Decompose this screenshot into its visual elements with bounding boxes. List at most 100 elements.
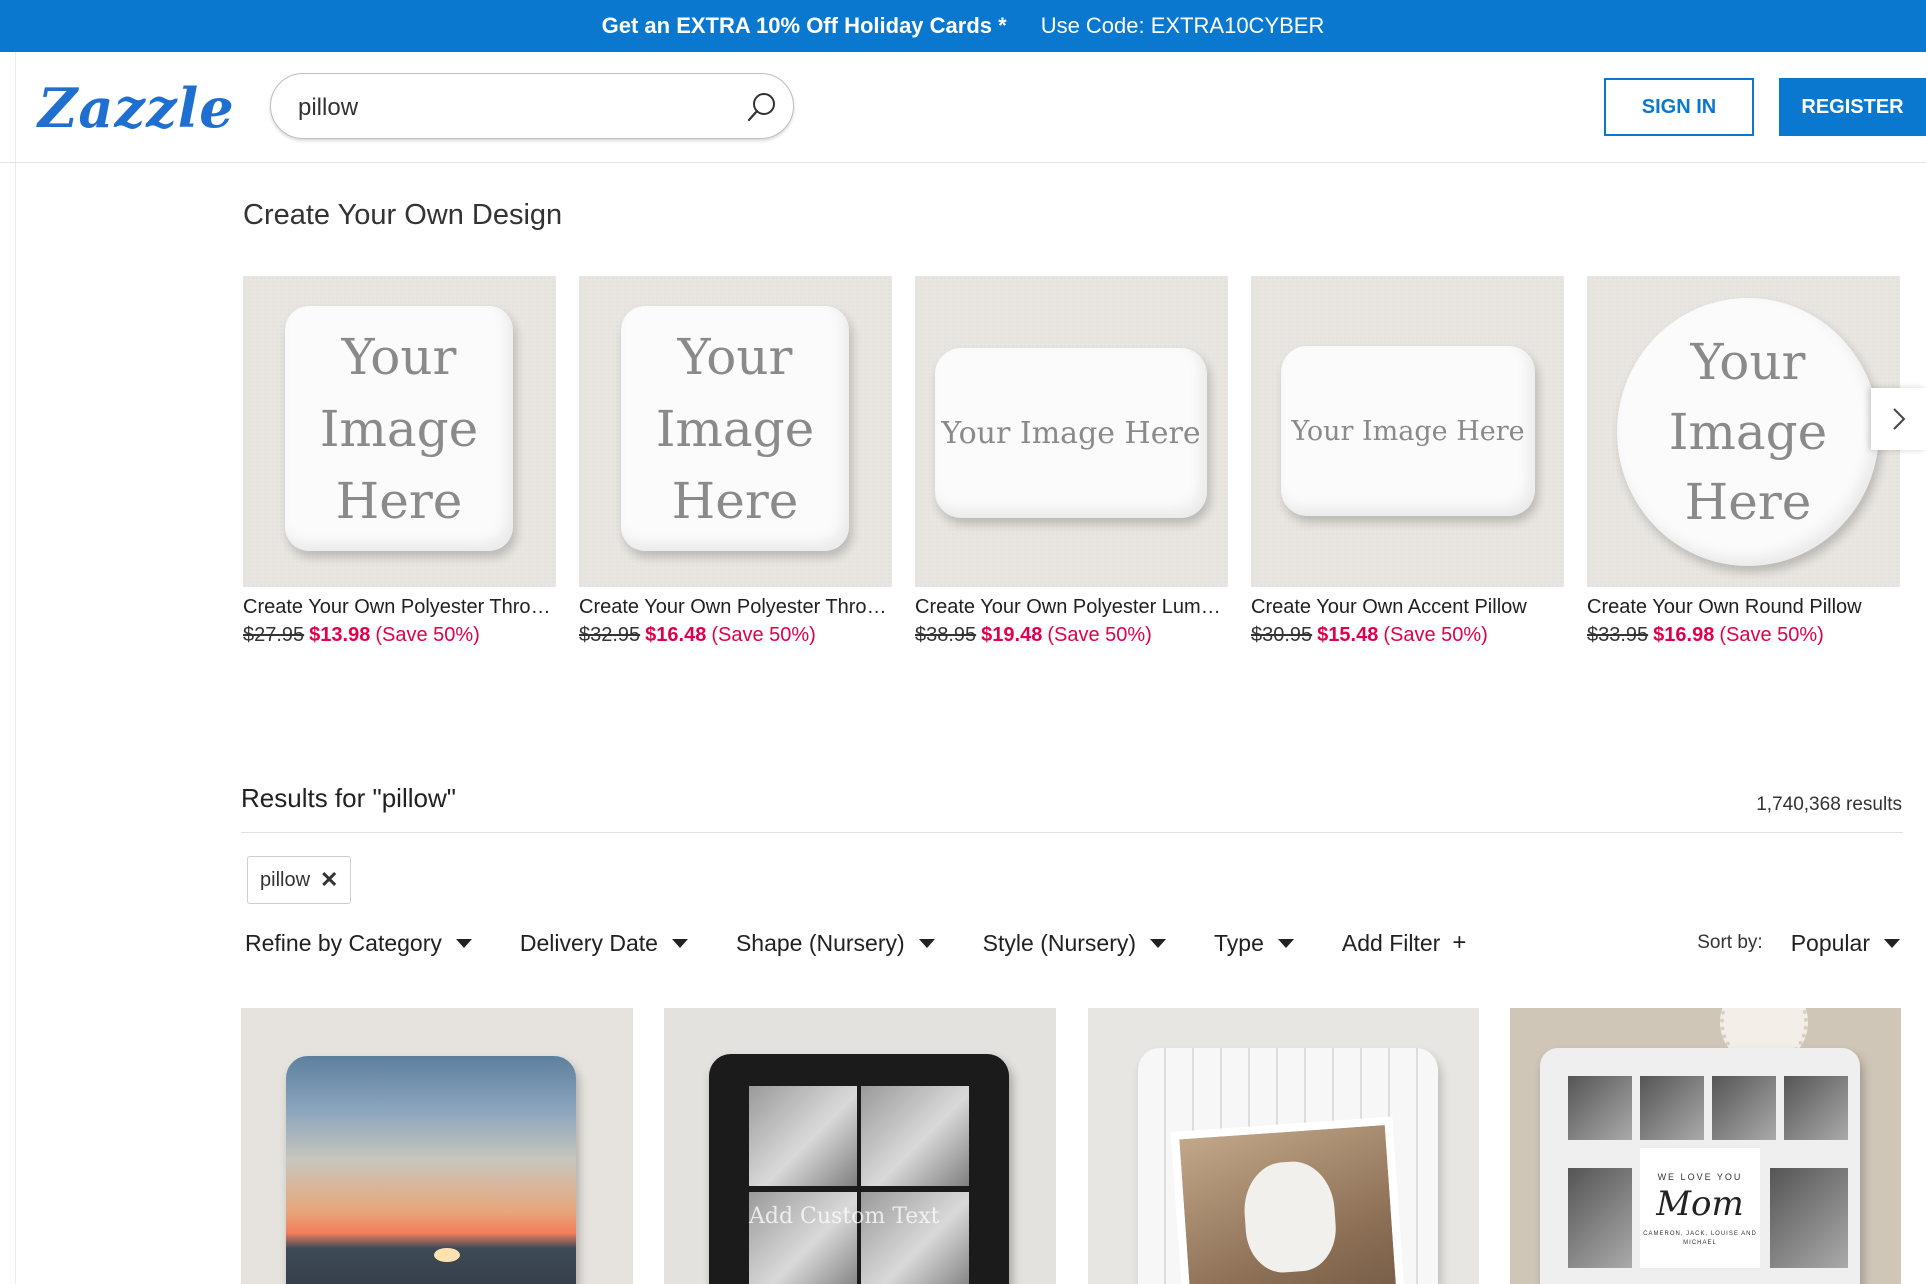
- pillow-placeholder: Your Image Here: [621, 306, 849, 551]
- create-own-card[interactable]: Your Image Here Create Your Own Round Pi…: [1587, 276, 1900, 647]
- search-box[interactable]: pillow: [270, 73, 794, 139]
- save-percent: (Save 50%): [1719, 624, 1824, 646]
- product-name[interactable]: Create Your Own Accent Pillow: [1251, 596, 1564, 619]
- original-price: $38.95: [915, 624, 977, 646]
- product-image: [286, 1056, 576, 1284]
- sale-price: $15.48: [1317, 624, 1379, 646]
- photo-collage-cell: [749, 1086, 857, 1186]
- close-icon[interactable]: ✕: [320, 867, 338, 893]
- photo-collage-cell: [1784, 1076, 1848, 1140]
- sale-price: $19.48: [981, 624, 1043, 646]
- save-percent: (Save 50%): [711, 624, 816, 646]
- photo-collage-cell: [1640, 1076, 1704, 1140]
- product-tile[interactable]: WE LOVE YOU Mom CAMERON, JACK, LOUISE AN…: [1510, 1008, 1901, 1284]
- mom-text-panel: WE LOVE YOU Mom CAMERON, JACK, LOUISE AN…: [1640, 1148, 1760, 1268]
- original-price: $32.95: [579, 624, 641, 646]
- create-own-card[interactable]: Your Image Here Create Your Own Polyeste…: [579, 276, 892, 647]
- chip-label: pillow: [260, 868, 311, 891]
- plus-icon: +: [1452, 929, 1467, 956]
- we-love-you-text: WE LOVE YOU: [1657, 1172, 1743, 1182]
- mom-text: Mom: [1656, 1184, 1744, 1224]
- photo-collage-cell: [1568, 1168, 1632, 1268]
- sign-in-button[interactable]: SIGN IN: [1604, 78, 1754, 136]
- results-divider: [241, 832, 1903, 833]
- product-name[interactable]: Create Your Own Round Pillow: [1587, 596, 1900, 619]
- sort-value: Popular: [1790, 929, 1870, 956]
- product-image[interactable]: Your Image Here: [579, 276, 892, 587]
- original-price: $30.95: [1251, 624, 1313, 646]
- filter-label: Style (Nursery): [982, 929, 1137, 956]
- create-own-title: Create Your Own Design: [243, 199, 563, 231]
- pillow-placeholder: Your Image Here: [1281, 346, 1535, 516]
- save-percent: (Save 50%): [1047, 624, 1152, 646]
- photo-collage-cell: [1712, 1076, 1776, 1140]
- filter-chip[interactable]: pillow ✕: [247, 856, 352, 904]
- add-filter-button[interactable]: Add Filter +: [1342, 929, 1466, 957]
- save-percent: (Save 50%): [375, 624, 480, 646]
- site-header: Zazzle pillow SIGN IN REGISTER: [0, 52, 1926, 163]
- promo-code: Use Code: EXTRA10CYBER: [1040, 13, 1325, 38]
- filter-bar: Refine by Category Delivery Date Shape (…: [245, 928, 1514, 958]
- add-filter-label: Add Filter: [1341, 929, 1441, 956]
- product-image[interactable]: Your Image Here: [1251, 276, 1564, 587]
- pillow-placeholder: Your Image Here: [935, 348, 1207, 518]
- product-name[interactable]: Create Your Own Polyester Throw Pillow: [243, 596, 556, 619]
- product-tile[interactable]: Add Custom Text: [664, 1008, 1056, 1284]
- sort-dropdown[interactable]: Popular: [1791, 930, 1900, 957]
- photo-collage-cell: [861, 1086, 969, 1186]
- dog-shape: [1241, 1158, 1339, 1275]
- photo-collage-cell: [1568, 1076, 1632, 1140]
- chevron-right-icon: [1892, 408, 1905, 430]
- original-price: $27.95: [243, 624, 305, 646]
- save-percent: (Save 50%): [1383, 624, 1488, 646]
- product-name[interactable]: Create Your Own Polyester Throw Pillow: [579, 596, 892, 619]
- create-own-card[interactable]: Your Image Here Create Your Own Accent P…: [1251, 276, 1564, 647]
- product-image[interactable]: Your Image Here: [1587, 276, 1900, 587]
- sale-price: $13.98: [309, 624, 371, 646]
- filter-delivery-date[interactable]: Delivery Date: [520, 930, 688, 957]
- original-price: $33.95: [1587, 624, 1649, 646]
- product-image[interactable]: Your Image Here: [243, 276, 556, 587]
- filter-label: Shape (Nursery): [735, 929, 905, 956]
- filter-label: Type: [1214, 929, 1264, 956]
- results-count: 1,740,368 results: [1756, 794, 1902, 815]
- filter-style[interactable]: Style (Nursery): [982, 929, 1167, 957]
- zazzle-logo[interactable]: Zazzle: [38, 76, 235, 140]
- names-text: CAMERON, JACK, LOUISE AND MICHAEL: [1643, 1231, 1757, 1246]
- price-line: $27.95 $13.98 (Save 50%): [243, 624, 556, 647]
- filter-refine-category[interactable]: Refine by Category: [245, 930, 472, 957]
- create-own-card[interactable]: Your Image Here Create Your Own Polyeste…: [915, 276, 1228, 647]
- pillow-placeholder: Your Image Here: [285, 306, 513, 551]
- price-line: $30.95 $15.48 (Save 50%): [1251, 624, 1564, 647]
- filter-label: Refine by Category: [245, 929, 442, 956]
- price-line: $32.95 $16.48 (Save 50%): [579, 624, 892, 647]
- search-input[interactable]: pillow: [298, 94, 358, 122]
- product-image[interactable]: Your Image Here: [915, 276, 1228, 587]
- create-own-card[interactable]: Your Image Here Create Your Own Polyeste…: [243, 276, 556, 647]
- custom-text-overlay: Add Custom Text: [749, 1204, 940, 1229]
- promo-headline: Get an EXTRA 10% Off Holiday Cards *: [601, 13, 1007, 38]
- sale-price: $16.98: [1653, 624, 1715, 646]
- product-tile[interactable]: [241, 1008, 633, 1284]
- caret-down-icon: [1277, 938, 1294, 948]
- filter-shape[interactable]: Shape (Nursery): [736, 930, 935, 957]
- caret-down-icon: [918, 938, 935, 948]
- register-button[interactable]: REGISTER: [1779, 78, 1926, 136]
- search-icon[interactable]: [745, 90, 779, 124]
- caret-down-icon: [671, 938, 688, 948]
- sale-price: $16.48: [645, 624, 707, 646]
- product-tile[interactable]: [1088, 1008, 1479, 1284]
- price-line: $38.95 $19.48 (Save 50%): [915, 624, 1228, 647]
- pillow-placeholder: Your Image Here: [1617, 298, 1879, 566]
- carousel-next-button[interactable]: [1871, 388, 1926, 450]
- filter-label: Delivery Date: [519, 929, 658, 956]
- caret-down-icon: [1884, 938, 1900, 948]
- sort-label: Sort by:: [1697, 932, 1763, 953]
- promo-banner[interactable]: Get an EXTRA 10% Off Holiday Cards * Use…: [0, 0, 1926, 52]
- caret-down-icon: [455, 938, 472, 948]
- sun-shape: [434, 1248, 460, 1262]
- product-image: [1138, 1048, 1438, 1284]
- filter-type[interactable]: Type: [1214, 930, 1294, 957]
- product-name[interactable]: Create Your Own Polyester Lumbar Pillow: [915, 596, 1228, 619]
- dog-photo: [1170, 1116, 1408, 1284]
